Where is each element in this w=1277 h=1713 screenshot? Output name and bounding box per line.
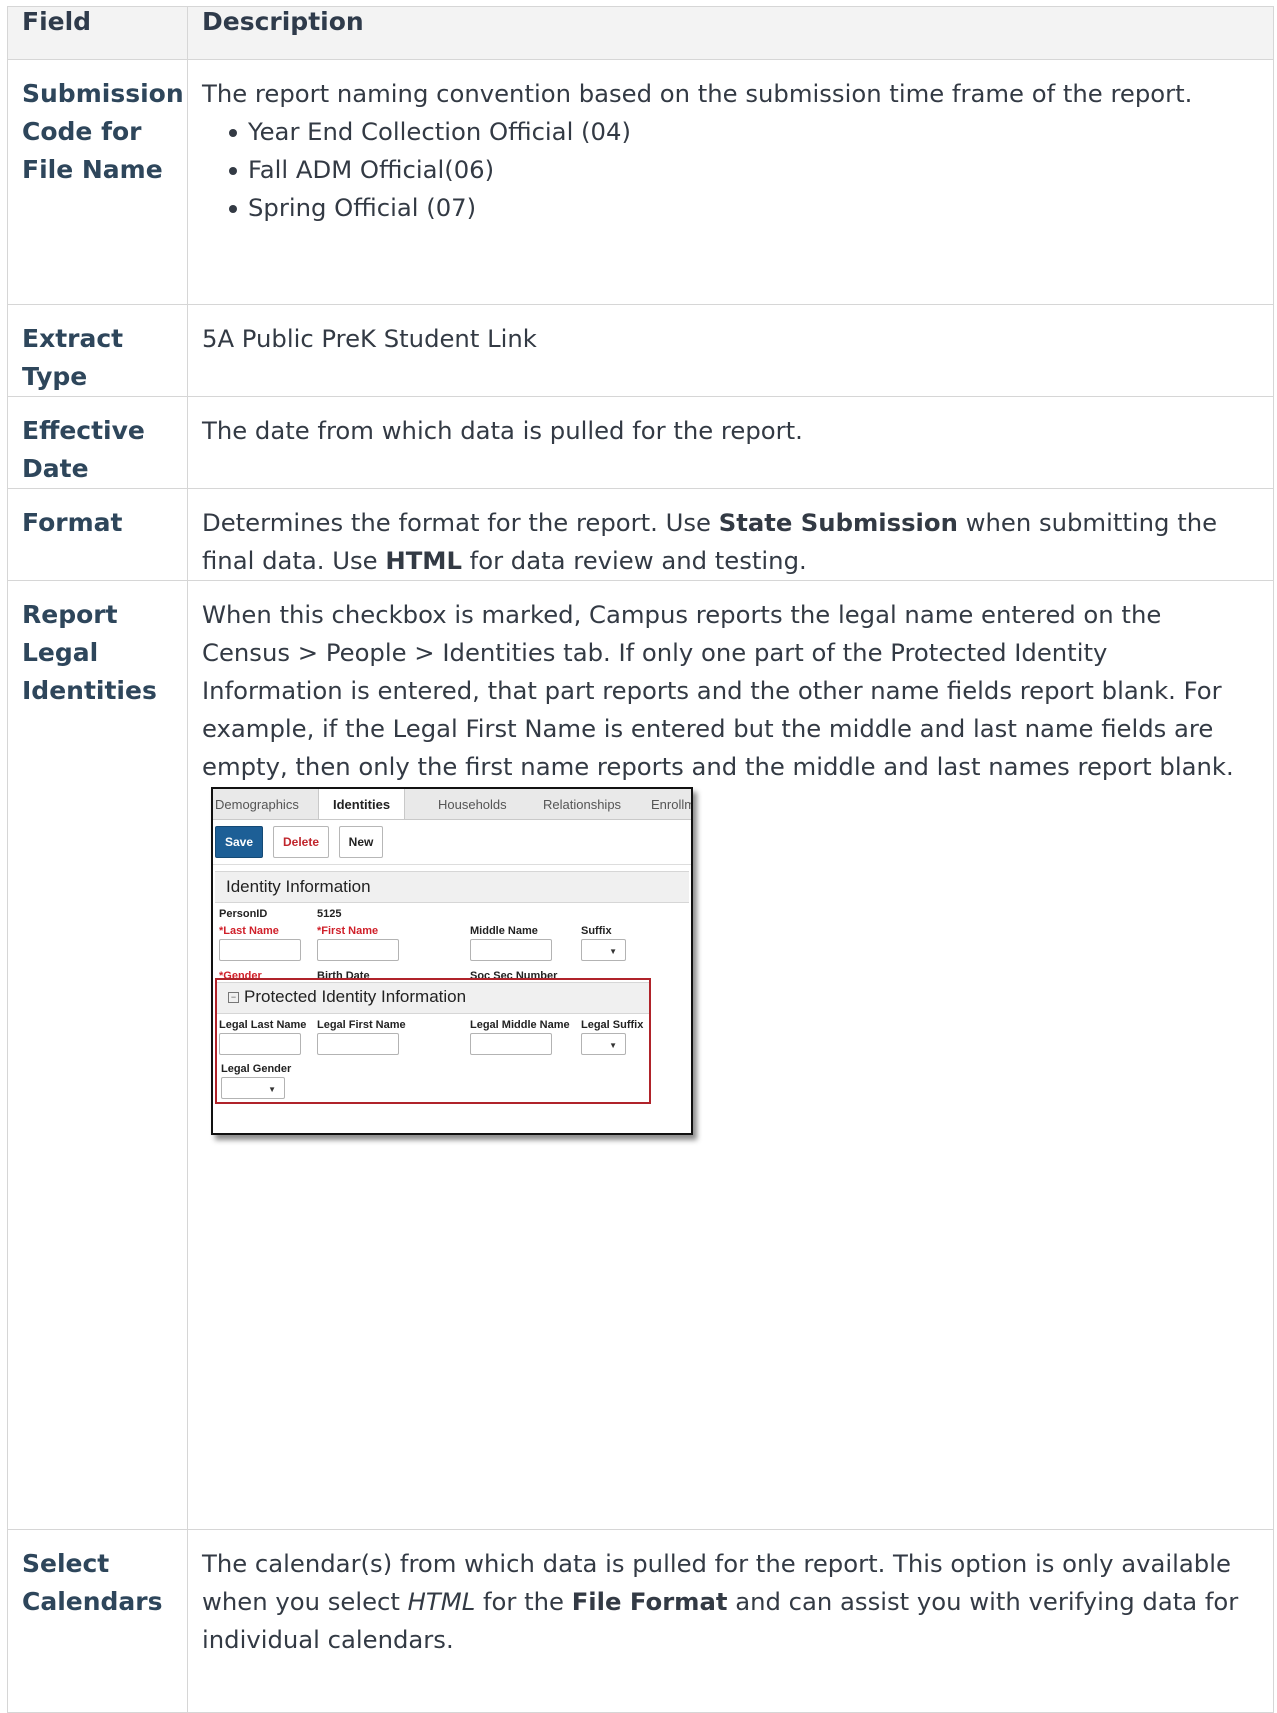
legal-last-name-input[interactable] <box>219 1033 301 1055</box>
table-row: Submission Code for File Name The report… <box>7 59 1274 305</box>
tab-identities[interactable]: Identities <box>318 789 406 819</box>
last-name-input[interactable] <box>219 939 301 961</box>
person-id-label: PersonID <box>219 908 268 920</box>
delete-button[interactable]: Delete <box>273 826 329 858</box>
suffix-label: Suffix <box>581 925 612 937</box>
list-item: Year End Collection Official (04) <box>229 113 1253 151</box>
field-name: Report Legal Identities <box>7 580 188 1530</box>
field-name: Submission Code for File Name <box>7 59 188 305</box>
toolbar: Save Delete New <box>213 820 691 865</box>
description-text: When this checkbox is marked, Campus rep… <box>202 600 1234 781</box>
bold-term: State Submission <box>718 508 958 537</box>
legal-middle-name-input[interactable] <box>470 1033 552 1055</box>
text-run: for data review and testing. <box>461 546 807 575</box>
bold-term: File Format <box>571 1587 728 1616</box>
header-description: Description <box>187 6 1274 60</box>
chevron-down-icon: ▼ <box>609 1041 617 1050</box>
chevron-down-icon: ▼ <box>609 947 617 956</box>
identity-information-header: Identity Information <box>215 871 689 903</box>
list-item: Fall ADM Official(06) <box>229 151 1253 189</box>
description-text: The report naming convention based on th… <box>202 79 1193 108</box>
field-name: Extract Type <box>7 304 188 397</box>
first-name-label: *First Name <box>317 925 379 937</box>
first-name-input[interactable] <box>317 939 399 961</box>
field-description: When this checkbox is marked, Campus rep… <box>187 580 1274 1530</box>
legal-first-name-label: Legal First Name <box>317 1019 406 1031</box>
legal-last-name-label: Legal Last Name <box>219 1019 307 1031</box>
field-description: Determines the format for the report. Us… <box>187 488 1274 581</box>
field-description: 5A Public PreK Student Link <box>187 304 1274 397</box>
chevron-down-icon: ▼ <box>268 1085 276 1094</box>
field-description-table: Field Description Submission Code for Fi… <box>7 6 1274 1713</box>
tab-relationships[interactable]: Relationships <box>543 797 621 812</box>
tab-demographics[interactable]: Demographics <box>215 797 299 812</box>
field-description: The calendar(s) from which data is pulle… <box>187 1529 1274 1713</box>
legal-gender-label: Legal Gender <box>221 1063 292 1075</box>
field-description: The date from which data is pulled for t… <box>187 396 1274 489</box>
middle-name-label: Middle Name <box>470 925 538 937</box>
table-row: Format Determines the format for the rep… <box>7 488 1274 581</box>
person-id-value: 5125 <box>317 908 342 920</box>
table-row: Select Calendars The calendar(s) from wh… <box>7 1529 1274 1713</box>
protected-identity-title: Protected Identity Information <box>244 987 467 1006</box>
legal-suffix-select[interactable]: ▼ <box>581 1033 626 1055</box>
header-field: Field <box>7 6 188 60</box>
text-run: for the <box>475 1587 572 1616</box>
last-name-label: *Last Name <box>219 925 279 937</box>
legal-first-name-input[interactable] <box>317 1033 399 1055</box>
save-button[interactable]: Save <box>215 826 263 858</box>
text-run: Determines the format for the report. Us… <box>202 508 719 537</box>
bold-term: HTML <box>385 546 462 575</box>
tab-bar: Demographics Identities Households Relat… <box>213 789 691 820</box>
submission-code-list: Year End Collection Official (04) Fall A… <box>202 113 1253 227</box>
field-name: Format <box>7 488 188 581</box>
new-button[interactable]: New <box>339 826 383 858</box>
legal-suffix-label: Legal Suffix <box>581 1019 644 1031</box>
legal-gender-select[interactable]: ▼ <box>221 1077 285 1099</box>
field-name: Effective Date <box>7 396 188 489</box>
table-row: Effective Date The date from which data … <box>7 396 1274 489</box>
protected-identity-header[interactable]: − Protected Identity Information <box>217 982 649 1014</box>
tab-enrollments[interactable]: Enrollme <box>651 797 691 812</box>
field-name: Select Calendars <box>7 1529 188 1713</box>
collapse-icon[interactable]: − <box>228 992 239 1003</box>
italic-term: HTML <box>407 1587 476 1616</box>
field-description: The report naming convention based on th… <box>187 59 1274 305</box>
legal-middle-name-label: Legal Middle Name <box>470 1019 570 1031</box>
middle-name-input[interactable] <box>470 939 552 961</box>
table-header-row: Field Description <box>7 6 1274 60</box>
list-item: Spring Official (07) <box>229 189 1253 227</box>
identities-screenshot: Demographics Identities Households Relat… <box>211 787 693 1135</box>
table-row: Report Legal Identities When this checkb… <box>7 580 1274 1530</box>
tab-households[interactable]: Households <box>438 797 507 812</box>
table-row: Extract Type 5A Public PreK Student Link <box>7 304 1274 397</box>
suffix-select[interactable]: ▼ <box>581 939 626 961</box>
